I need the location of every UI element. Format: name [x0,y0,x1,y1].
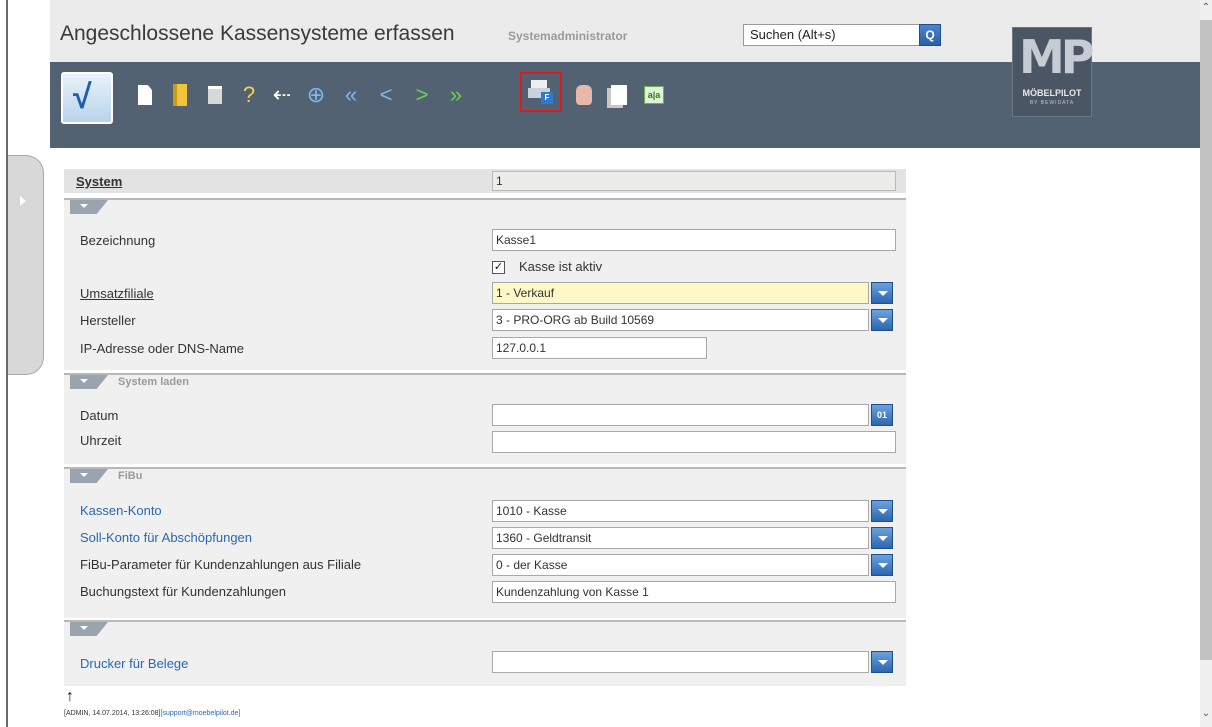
translate-icon[interactable]: a|a [640,80,668,110]
copy-documents-icon[interactable] [605,80,633,110]
umsatzfiliale-select[interactable]: 1 - Verkauf [492,282,869,304]
calendar-icon[interactable]: 01 [871,404,893,426]
drucker-select[interactable] [492,651,869,673]
buchungstext-label: Buchungstext für Kundenzahlungen [80,584,286,599]
fibu-param-dropdown-icon[interactable] [871,554,893,576]
ip-label: IP-Adresse oder DNS-Name [80,341,244,356]
footer-info: [ADMIN, 14.07.2014, 13:26:08][support@mo… [64,710,240,717]
system-row: System 1 [64,169,906,193]
fibu-section: FiBu Kassen-Konto 1010 - Kasse Soll-Kont… [64,467,906,618]
first-icon[interactable]: « [337,80,365,110]
kassen-konto-select[interactable]: 1010 - Kasse [492,500,869,522]
section-title: FiBu [118,470,143,482]
buchungstext-input[interactable]: Kundenzahlung von Kasse 1 [492,581,896,603]
umsatzfiliale-label[interactable]: Umsatzfiliale [80,286,154,301]
support-mail-link[interactable]: [support@moebelpilot.de] [161,710,241,717]
drucker-section: Drucker für Belege [64,620,906,686]
scroll-top-arrow-icon[interactable]: ↑ [66,688,74,706]
new-document-icon[interactable] [131,80,159,110]
fibu-param-label: FiBu-Parameter für Kundenzahlungen aus F… [80,557,362,572]
app-window: Angeschlossene Kassensysteme erfassen Sy… [0,0,1212,727]
section-collapse-icon[interactable] [70,622,108,636]
soll-konto-label[interactable]: Soll-Konto für Abschöpfungen [80,530,252,545]
stop-hand-icon[interactable] [570,80,598,110]
hersteller-select[interactable]: 3 - PRO-ORG ab Build 10569 [492,309,869,331]
footer-user-info: [ADMIN, 14.07.2014, 13:26:08] [64,710,161,717]
fibu-param-select[interactable]: 0 - der Kasse [492,554,869,576]
print-form-icon[interactable]: F [520,72,562,112]
moebelpilot-logo: MP MÖBELPILOT BY BEWIDATA [1012,27,1094,117]
soll-konto-dropdown-icon[interactable] [871,527,893,549]
scroll-up-icon[interactable]: ⌃ [1201,2,1211,16]
next-icon[interactable]: > [408,80,436,110]
system-field: 1 [492,171,896,191]
page-title: Angeschlossene Kassensysteme erfassen [60,22,455,45]
datum-label: Datum [80,408,119,423]
bezeichnung-input[interactable]: Kasse1 [492,229,896,251]
section-collapse-icon[interactable] [70,375,108,389]
logo-brand: MÖBELPILOT [1022,88,1082,98]
search-button-icon[interactable]: Q [919,24,941,46]
side-panel-toggle[interactable] [0,0,48,727]
logo-sub: BY BEWIDATA [1029,100,1075,106]
kassen-konto-label[interactable]: Kassen-Konto [80,503,162,518]
section-collapse-icon[interactable] [70,469,108,483]
search-icon[interactable]: ⊕ [302,80,330,110]
system-laden-section: System laden Datum 01 Uhrzeit [64,373,906,464]
aktiv-checkbox[interactable]: ✓ [492,261,505,274]
uhrzeit-input[interactable] [492,431,896,453]
back-icon[interactable]: ⇠ [268,80,296,110]
page-subtitle: Systemadministrator [508,29,628,43]
scroll-down-icon[interactable]: ⌄ [1201,708,1211,722]
save-button[interactable]: √ [61,72,113,124]
soll-konto-select[interactable]: 1360 - Geldtransit [492,527,869,549]
uhrzeit-label: Uhrzeit [80,433,122,448]
hersteller-label: Hersteller [80,313,136,328]
section-collapse-icon[interactable] [70,200,108,214]
search-input[interactable]: Suchen (Alt+s) [743,24,921,46]
vertical-scrollbar[interactable]: ⌃ ⌄ [1200,0,1212,727]
kassen-konto-dropdown-icon[interactable] [871,500,893,522]
expand-arrow-icon[interactable] [20,196,26,206]
previous-icon[interactable]: < [372,80,400,110]
system-label[interactable]: System [76,174,122,189]
hersteller-dropdown-icon[interactable] [871,309,893,331]
side-handle[interactable] [8,155,44,375]
main-section: Bezeichnung Kasse1 ✓ Kasse ist aktiv Ums… [64,198,906,370]
header: Angeschlossene Kassensysteme erfassen Sy… [50,0,1200,148]
section-title: System laden [118,376,189,388]
bezeichnung-label: Bezeichnung [80,233,156,248]
datum-input[interactable] [492,404,869,426]
scroll-thumb[interactable] [1200,20,1212,660]
last-icon[interactable]: » [442,80,470,110]
save-check-icon: √ [73,78,92,116]
drucker-label[interactable]: Drucker für Belege [80,656,188,671]
ip-input[interactable]: 127.0.0.1 [492,337,707,359]
drucker-dropdown-icon[interactable] [871,651,893,673]
aktiv-label: Kasse ist aktiv [519,259,603,274]
help-icon[interactable]: ? [235,80,263,110]
open-door-icon[interactable] [166,80,194,110]
print-badge: F [541,92,553,104]
logo-mp: MP [1019,30,1094,84]
umsatzfiliale-dropdown-icon[interactable] [871,282,893,304]
trash-icon[interactable] [201,80,229,110]
